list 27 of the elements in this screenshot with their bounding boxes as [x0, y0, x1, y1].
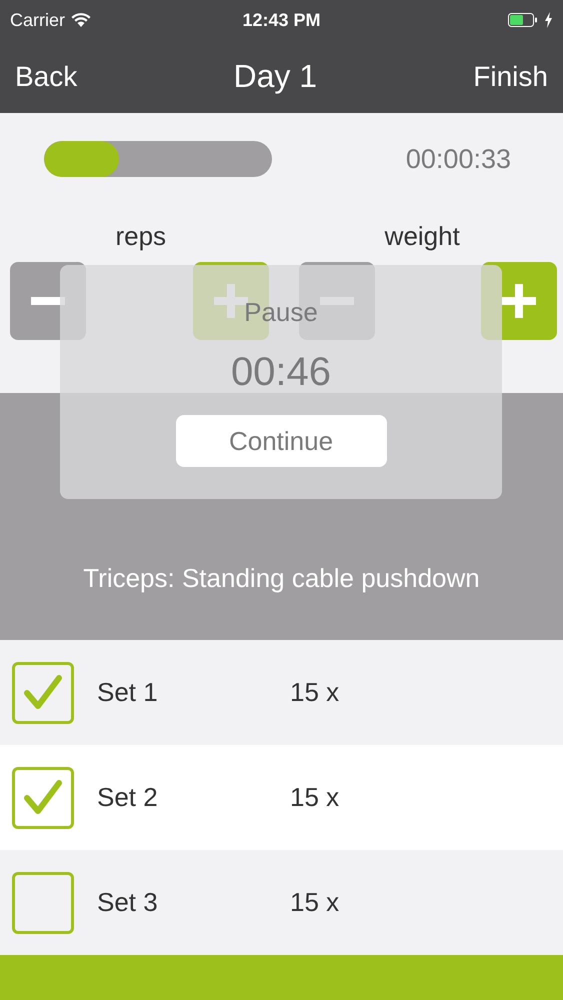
dialog-title: Pause	[244, 297, 318, 328]
checkbox[interactable]	[12, 766, 74, 828]
set-reps: 15 x	[290, 782, 340, 813]
set-name: Set 3	[97, 887, 159, 918]
finish-button[interactable]: Finish	[473, 60, 548, 92]
set-reps: 15 x	[290, 887, 340, 918]
checkbox[interactable]	[12, 872, 74, 934]
back-button[interactable]: Back	[15, 60, 78, 92]
battery-icon	[508, 12, 538, 28]
set-name: Set 1	[97, 677, 159, 708]
checkmark-icon	[23, 780, 63, 816]
exercise-name: Triceps: Standing cable pushdown	[83, 563, 480, 594]
checkmark-icon	[23, 674, 63, 710]
set-row[interactable]: Set 2 15 x	[0, 745, 563, 850]
screen-title: Day 1	[233, 58, 318, 95]
carrier-label: Carrier	[10, 10, 66, 30]
plus-icon	[502, 284, 536, 318]
continue-button[interactable]: Continue	[176, 415, 386, 467]
status-time: 12:43 PM	[242, 10, 321, 30]
elapsed-time: 00:00:33	[406, 144, 511, 174]
checkbox[interactable]	[12, 662, 74, 724]
stepper-label: weight	[384, 221, 461, 252]
set-reps: 15 x	[290, 677, 340, 708]
wifi-icon	[71, 12, 92, 28]
stepper-label: reps	[114, 221, 168, 252]
set-name: Set 2	[97, 782, 159, 813]
countdown-timer: 00:46	[230, 350, 332, 395]
